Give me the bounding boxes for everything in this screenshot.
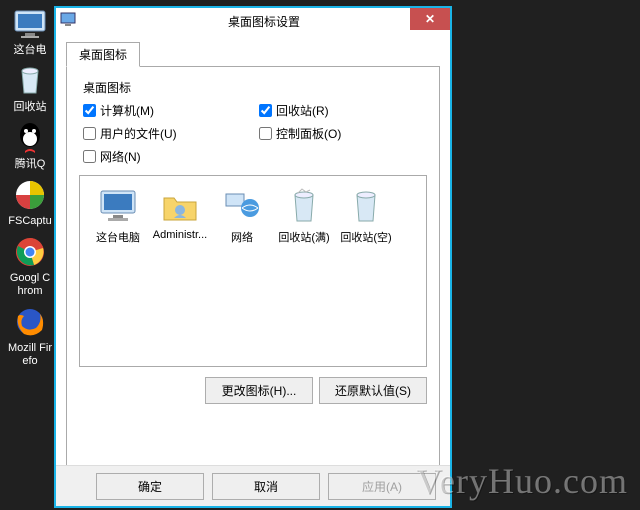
desktop-icon-fscapture[interactable]: FSCaptu <box>6 177 54 228</box>
fscapture-icon <box>12 177 48 213</box>
checkbox[interactable] <box>83 127 96 140</box>
desktop: 这台电 回收站 腾讯Q FSCaptu Googl Chrom Mozill F… <box>0 0 640 510</box>
firefox-icon <box>12 304 48 340</box>
desktop-icon-label: Mozill Firefo <box>7 342 53 368</box>
checkbox[interactable] <box>83 104 96 117</box>
restore-defaults-button[interactable]: 还原默认值(S) <box>319 377 427 404</box>
preview-label: 这台电脑 <box>96 229 140 245</box>
desktop-icon-computer[interactable]: 这台电 <box>6 6 54 57</box>
preview-label: 回收站(空) <box>340 229 391 245</box>
check-label: 计算机(M) <box>100 102 154 119</box>
check-recycle[interactable]: 回收站(R) <box>259 102 427 119</box>
preview-binfull[interactable]: 回收站(满) <box>276 186 332 245</box>
desktop-icon-bin[interactable]: 回收站 <box>6 63 54 114</box>
dialog-buttons: 确定 取消 应用(A) <box>56 465 450 506</box>
bin-icon <box>12 63 48 99</box>
close-icon: ✕ <box>425 12 435 26</box>
check-label: 网络(N) <box>100 148 141 165</box>
preview-computer[interactable]: 这台电脑 <box>90 186 146 245</box>
checkbox-grid: 计算机(M) 回收站(R) 用户的文件(U) 控制面板(O) 网络(N) <box>83 102 427 165</box>
check-label: 用户的文件(U) <box>100 125 177 142</box>
close-button[interactable]: ✕ <box>410 8 450 30</box>
preview-buttons: 更改图标(H)... 还原默认值(S) <box>79 377 427 404</box>
check-label: 回收站(R) <box>276 102 329 119</box>
bin-full-icon <box>284 186 324 226</box>
desktop-icon-label: 腾讯Q <box>15 158 46 171</box>
preview-userfolder[interactable]: Administr... <box>152 186 208 241</box>
desktop-icon-qq[interactable]: 腾讯Q <box>6 120 54 171</box>
tab-body: 桌面图标 计算机(M) 回收站(R) 用户的文件(U) 控制面板(O) 网络(N… <box>66 66 440 484</box>
check-userfiles[interactable]: 用户的文件(U) <box>83 125 251 142</box>
check-computer[interactable]: 计算机(M) <box>83 102 251 119</box>
check-network[interactable]: 网络(N) <box>83 148 251 165</box>
tab-desktop-icons[interactable]: 桌面图标 <box>66 42 140 67</box>
preview-binempty[interactable]: 回收站(空) <box>338 186 394 245</box>
desktop-icon-label: 回收站 <box>14 101 47 114</box>
checkbox[interactable] <box>259 127 272 140</box>
qq-icon <box>12 120 48 156</box>
chrome-icon <box>12 234 48 270</box>
check-label: 控制面板(O) <box>276 125 341 142</box>
network-icon <box>222 186 262 226</box>
preview-label: 回收站(满) <box>278 229 329 245</box>
titlebar[interactable]: 桌面图标设置 ✕ <box>56 8 450 34</box>
desktop-icons: 这台电 回收站 腾讯Q FSCaptu Googl Chrom Mozill F… <box>6 6 54 368</box>
apply-button[interactable]: 应用(A) <box>328 473 436 500</box>
preview-label: Administr... <box>153 229 207 241</box>
desktop-icon-label: 这台电 <box>14 44 47 57</box>
desktop-icon-chrome[interactable]: Googl Chrom <box>6 234 54 298</box>
computer-icon <box>98 186 138 226</box>
bin-empty-icon <box>346 186 386 226</box>
computer-icon <box>12 6 48 42</box>
folder-icon <box>160 186 200 226</box>
ok-button[interactable]: 确定 <box>96 473 204 500</box>
desktop-icon-firefox[interactable]: Mozill Firefo <box>6 304 54 368</box>
group-title: 桌面图标 <box>83 79 427 96</box>
check-controlpanel[interactable]: 控制面板(O) <box>259 125 427 142</box>
icon-preview: 这台电脑 Administr... 网络 回收站(满) 回收站(空) <box>79 175 427 367</box>
preview-network[interactable]: 网络 <box>214 186 270 245</box>
preview-label: 网络 <box>231 229 253 245</box>
desktop-icon-label: Googl Chrom <box>7 272 53 298</box>
checkbox[interactable] <box>259 104 272 117</box>
cancel-button[interactable]: 取消 <box>212 473 320 500</box>
tab-area: 桌面图标 桌面图标 计算机(M) 回收站(R) 用户的文件(U) 控制面板(O)… <box>66 42 440 484</box>
checkbox[interactable] <box>83 150 96 163</box>
change-icon-button[interactable]: 更改图标(H)... <box>205 377 313 404</box>
dialog-title: 桌面图标设置 <box>78 13 450 30</box>
desktop-icon-settings-dialog: 桌面图标设置 ✕ 桌面图标 桌面图标 计算机(M) 回收站(R) 用户的文件(U… <box>54 6 452 508</box>
desktop-icon-label: FSCaptu <box>8 215 51 228</box>
app-icon <box>60 12 78 30</box>
